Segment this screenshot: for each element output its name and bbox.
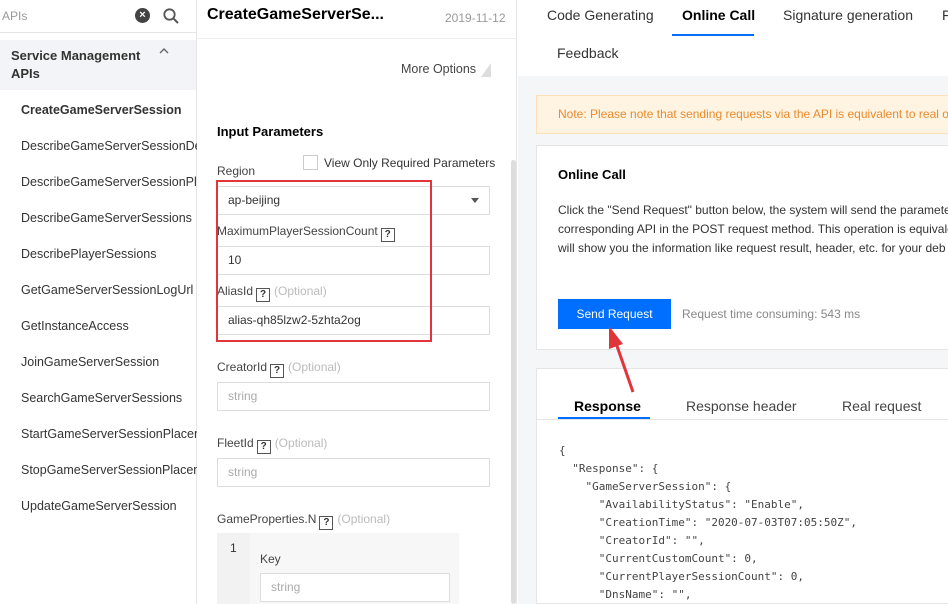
game-properties-label: GameProperties.N? (Optional) bbox=[217, 512, 390, 530]
optional-tag: (Optional) bbox=[274, 284, 327, 298]
fleet-id-input[interactable]: string bbox=[217, 458, 490, 487]
help-icon[interactable]: ? bbox=[380, 228, 395, 242]
tab-signature-generation[interactable]: Signature generation bbox=[783, 7, 913, 23]
send-request-button[interactable]: Send Request bbox=[558, 299, 671, 329]
sidebar-item-get-game-server-session-log-url[interactable]: GetGameServerSessionLogUrl bbox=[21, 272, 197, 308]
max-player-session-count-text: MaximumPlayerSessionCount bbox=[217, 224, 378, 238]
tab-code-generating[interactable]: Code Generating bbox=[547, 7, 654, 23]
online-call-title: Online Call bbox=[558, 167, 626, 182]
active-tab-indicator bbox=[672, 34, 754, 36]
tab-response[interactable]: Response bbox=[574, 398, 641, 414]
creator-id-input[interactable]: string bbox=[217, 382, 490, 411]
call-description-line: corresponding API in the POST request me… bbox=[558, 222, 948, 236]
sidebar-item-join-game-server-session[interactable]: JoinGameServerSession bbox=[21, 344, 197, 380]
json-line: "AvailabilityStatus": "Enable", bbox=[559, 498, 805, 511]
online-call-card: Online Call Click the "Send Request" but… bbox=[536, 145, 948, 350]
region-label: Region bbox=[217, 164, 256, 178]
help-icon[interactable]: ? bbox=[319, 516, 334, 530]
json-line: "CreationTime": "2020-07-03T07:05:50Z", bbox=[559, 516, 858, 529]
json-line: "GameServerSession": { bbox=[559, 480, 732, 493]
max-player-session-count-label: MaximumPlayerSessionCount? bbox=[217, 224, 395, 242]
fleet-id-label: FleetId? (Optional) bbox=[217, 436, 327, 454]
api-date: 2019-11-12 bbox=[445, 11, 506, 25]
key-label: Key bbox=[260, 552, 281, 566]
max-player-session-count-input[interactable]: 10 bbox=[217, 246, 490, 275]
key-input[interactable]: string bbox=[260, 573, 450, 602]
search-icon[interactable] bbox=[162, 7, 180, 25]
clear-search-icon[interactable]: × bbox=[135, 8, 150, 23]
request-time-text: Request time consuming: 543 ms bbox=[682, 307, 861, 321]
json-line: "Response": { bbox=[559, 462, 659, 475]
chevron-up-icon[interactable] bbox=[158, 46, 170, 56]
alias-id-input[interactable]: alias-qh85lzw2-5zhta2og bbox=[217, 306, 490, 335]
tab-real-request[interactable]: Real request bbox=[842, 398, 921, 414]
json-line: "CurrentPlayerSessionCount": 0, bbox=[559, 570, 805, 583]
game-properties-index: 1 bbox=[230, 541, 237, 555]
response-card: Response Response header Real request { … bbox=[536, 368, 948, 604]
fleet-id-text: FleetId bbox=[217, 436, 254, 450]
sidebar-item-search-game-server-sessions[interactable]: SearchGameServerSessions bbox=[21, 380, 197, 416]
game-properties-text: GameProperties.N bbox=[217, 512, 317, 526]
call-description-line: will show you the information like reque… bbox=[558, 241, 946, 255]
group-title: Service Management APIs bbox=[11, 48, 141, 81]
creator-id-text: CreatorId bbox=[217, 360, 268, 374]
title-divider bbox=[197, 38, 516, 39]
online-call-panel: Code Generating Online Call Signature ge… bbox=[518, 0, 948, 604]
service-management-group[interactable]: Service Management APIs bbox=[0, 40, 196, 90]
sidebar-item-update-game-server-session[interactable]: UpdateGameServerSession bbox=[21, 488, 197, 524]
tab-feedback[interactable]: Feedback bbox=[557, 45, 618, 61]
tab-bar: Code Generating Online Call Signature ge… bbox=[518, 0, 948, 76]
sidebar-item-get-instance-access[interactable]: GetInstanceAccess bbox=[21, 308, 197, 344]
json-line: "DnsName": "", bbox=[559, 588, 692, 601]
notice-banner: Note: Please note that sending requests … bbox=[536, 95, 948, 134]
help-icon[interactable]: ? bbox=[270, 364, 285, 378]
call-description-line: Click the "Send Request" button below, t… bbox=[558, 203, 948, 217]
api-search-bar: × bbox=[0, 0, 196, 33]
help-icon[interactable]: ? bbox=[256, 288, 271, 302]
alias-id-label: AliasId? (Optional) bbox=[217, 284, 327, 302]
sidebar-item-describe-game-server-session-placement[interactable]: DescribeGameServerSessionPlace bbox=[21, 164, 197, 200]
response-tab-divider bbox=[537, 419, 948, 420]
optional-tag: (Optional) bbox=[337, 512, 391, 526]
sidebar-item-stop-game-server-session-placement[interactable]: StopGameServerSessionPlacemer bbox=[21, 452, 197, 488]
sidebar-item-describe-player-sessions[interactable]: DescribePlayerSessions bbox=[21, 236, 197, 272]
parameters-panel: CreateGameServerSe... 2019-11-12 More Op… bbox=[197, 0, 517, 604]
api-search-input[interactable] bbox=[0, 4, 140, 28]
json-line: "CurrentCustomCount": 0, bbox=[559, 552, 758, 565]
region-select[interactable]: ap-beijing bbox=[217, 186, 490, 215]
api-sidebar: × Service Management APIs CreateGameServ… bbox=[0, 0, 197, 604]
tab-truncated[interactable]: F bbox=[942, 7, 948, 23]
optional-tag: (Optional) bbox=[274, 436, 328, 450]
view-required-only-label[interactable]: View Only Required Parameters bbox=[324, 156, 495, 170]
json-line: { bbox=[559, 444, 566, 457]
sidebar-item-describe-game-server-session-details[interactable]: DescribeGameServerSessionDeta bbox=[21, 128, 197, 164]
parameters-scrollbar[interactable] bbox=[511, 160, 516, 604]
creator-id-label: CreatorId? (Optional) bbox=[217, 360, 341, 378]
json-line: "CreatorId": "", bbox=[559, 534, 705, 547]
more-options-link[interactable]: More Options bbox=[401, 62, 476, 76]
api-title: CreateGameServerSe... bbox=[207, 6, 384, 23]
sidebar-item-describe-game-server-sessions[interactable]: DescribeGameServerSessions bbox=[21, 200, 197, 236]
view-required-only-checkbox[interactable] bbox=[303, 155, 318, 170]
sidebar-item-create-game-server-session[interactable]: CreateGameServerSession bbox=[21, 92, 197, 128]
help-icon[interactable]: ? bbox=[256, 440, 271, 454]
dropdown-caret-icon[interactable] bbox=[471, 198, 479, 203]
sidebar-item-start-game-server-session-placement[interactable]: StartGameServerSessionPlacemer bbox=[21, 416, 197, 452]
game-properties-panel: 1 Key string bbox=[217, 533, 459, 604]
alias-id-text: AliasId bbox=[217, 284, 254, 298]
tab-response-header[interactable]: Response header bbox=[686, 398, 797, 414]
input-parameters-heading: Input Parameters bbox=[217, 124, 324, 139]
corner-triangle-icon bbox=[481, 63, 491, 77]
game-property-entry: Key string bbox=[250, 533, 459, 604]
tab-online-call[interactable]: Online Call bbox=[682, 7, 755, 23]
optional-tag: (Optional) bbox=[288, 360, 341, 374]
